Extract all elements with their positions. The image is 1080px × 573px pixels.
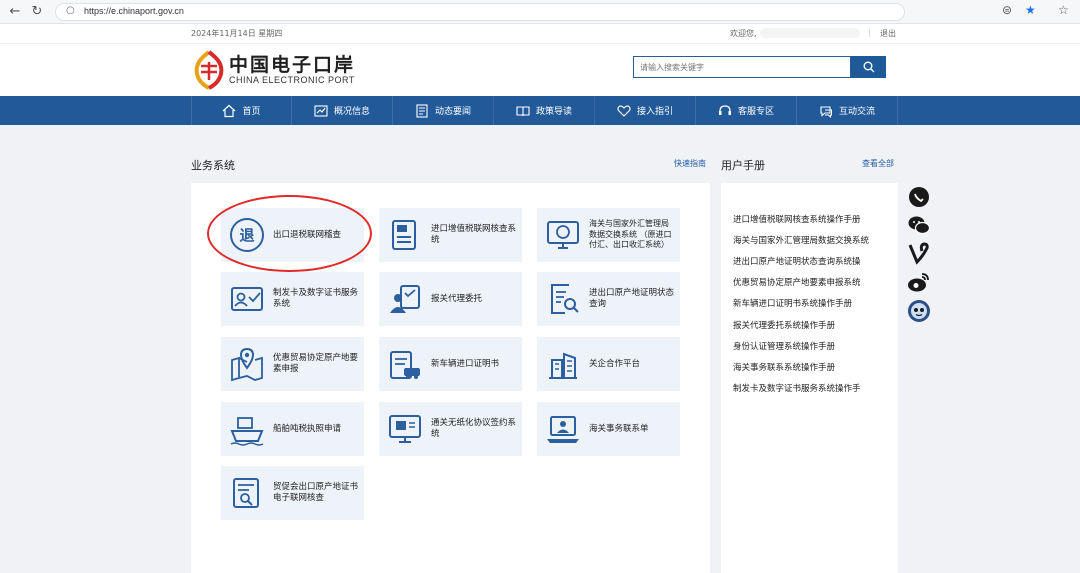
tile-label: 优惠贸易协定原产地要素申报 <box>273 353 359 374</box>
manual-link[interactable]: 优惠贸易协定原产地要素申报系统 <box>733 276 875 288</box>
forex-monitor-icon <box>547 221 579 249</box>
manual-link[interactable]: 制发卡及数字证书服务系统操作手 <box>733 382 875 394</box>
tile-ship-tonnage[interactable]: 船舶吨税执照申请 <box>221 402 364 456</box>
nav-news[interactable]: 动态要闻 <box>393 96 494 125</box>
tile-label: 贸促会出口原产地证书电子联网核查 <box>273 482 359 503</box>
tile-label: 进出口原产地证明状态查询 <box>589 288 675 309</box>
back-icon[interactable]: ← <box>6 3 24 21</box>
vehicle-certificate-icon <box>390 351 420 379</box>
whatsapp-icon[interactable] <box>907 185 931 209</box>
manual-link[interactable]: 新车辆进口证明书系统操作手册 <box>733 297 875 309</box>
favorites-icon[interactable]: ☆ <box>1058 3 1069 17</box>
tile-label: 通关无纸化协议签约系统 <box>431 418 517 439</box>
tile-new-vehicle[interactable]: 新车辆进口证明书 <box>379 337 522 391</box>
tile-label: 制发卡及数字证书服务系统 <box>273 288 359 309</box>
map-pin-icon <box>231 347 263 382</box>
nav-customer-service[interactable]: 客服专区 <box>696 96 797 125</box>
translate-icon[interactable]: ⊜ <box>1002 3 1012 17</box>
quick-guide-link[interactable]: 快速指南 <box>674 158 706 169</box>
heart-icon <box>617 104 631 117</box>
tile-label: 船舶吨税执照申请 <box>273 423 342 434</box>
browser-toolbar: ← ↻ ○ https://e.chinaport.gov.cn ⊜ ★ ☆ <box>0 0 1080 24</box>
manual-link[interactable]: 进口增值税联网核查系统操作手册 <box>733 213 875 225</box>
search-button[interactable] <box>851 56 886 78</box>
lock-icon: ○ <box>66 5 75 16</box>
manual-link[interactable]: 身份认证管理系统操作手册 <box>733 340 875 352</box>
vat-document-icon <box>392 220 416 250</box>
nav-policy[interactable]: 政策导读 <box>494 96 595 125</box>
tile-card-certificate[interactable]: 制发卡及数字证书服务系统 <box>221 272 364 326</box>
username-redacted <box>760 28 860 38</box>
manual-link[interactable]: 进出口原产地证明状态查询系统操 <box>733 255 875 267</box>
certificate-search-icon <box>233 478 259 508</box>
wechat-icon[interactable] <box>907 213 931 237</box>
avatar-icon[interactable] <box>907 299 931 323</box>
nav-overview[interactable]: 概况信息 <box>292 96 393 125</box>
origin-search-icon <box>551 284 579 314</box>
nav-label: 首页 <box>242 107 261 117</box>
search-icon <box>863 61 874 73</box>
nav-access-guide[interactable]: 接入指引 <box>595 96 696 125</box>
address-bar[interactable]: ○ https://e.chinaport.gov.cn <box>55 3 905 21</box>
nav-label: 互动交流 <box>838 107 875 117</box>
tile-label: 海关事务联系单 <box>589 423 649 434</box>
highlight-circle <box>207 195 372 272</box>
tile-label: 海关与国家外汇管理局数据交换系统 （原进口付汇、出口收汇系统） <box>589 219 672 250</box>
tile-import-vat[interactable]: 进口增值税联网核查系统 <box>379 208 522 262</box>
news-icon <box>416 103 428 118</box>
book-icon <box>516 105 530 116</box>
paperless-monitor-icon <box>389 415 421 443</box>
chart-icon <box>314 104 328 117</box>
china-port-logo-icon[interactable] <box>191 50 227 90</box>
tile-origin-status[interactable]: 进出口原产地证明状态查询 <box>537 272 680 326</box>
date-text: 2024年11月14日 星期四 <box>191 29 283 38</box>
nav-interaction[interactable]: 互动交流 <box>797 96 898 125</box>
laptop-user-icon <box>547 416 579 443</box>
manual-section-title: 用户手册 <box>721 159 765 172</box>
nav-label: 动态要闻 <box>434 107 471 117</box>
tile-preferential-origin[interactable]: 优惠贸易协定原产地要素申报 <box>221 337 364 391</box>
tile-customs-cooperation[interactable]: 关企合作平台 <box>537 337 680 391</box>
site-header: 中国电子口岸 CHINA ELECTRONIC PORT <box>0 44 1080 96</box>
agent-clipboard-icon <box>390 285 420 313</box>
main-nav: 首页 概况信息 动态要闻 政策导读 接入指引 客服专区 互动交流 <box>0 96 1080 125</box>
tile-label: 新车辆进口证明书 <box>431 358 500 369</box>
brand-name-en: CHINA ELECTRONIC PORT <box>229 75 355 85</box>
tile-ccpit-origin[interactable]: 贸促会出口原产地证书电子联网核查 <box>221 466 364 520</box>
home-icon <box>223 104 236 117</box>
search-input[interactable] <box>633 56 851 78</box>
logout-link[interactable]: 退出 <box>880 28 896 39</box>
tile-paperless-agreement[interactable]: 通关无纸化协议签约系统 <box>379 402 522 456</box>
tile-label: 关企合作平台 <box>589 358 641 369</box>
view-all-link[interactable]: 查看全部 <box>862 158 894 169</box>
id-card-icon <box>231 287 263 311</box>
nav-label: 客服专区 <box>737 107 774 117</box>
brand-name-cn: 中国电子口岸 <box>229 54 356 76</box>
nav-label: 政策导读 <box>535 107 572 117</box>
weibo-icon[interactable] <box>907 270 931 294</box>
ship-icon <box>230 417 264 446</box>
manual-link[interactable]: 海关事务联系系统操作手册 <box>733 361 875 373</box>
tile-label: 报关代理委托 <box>431 293 483 304</box>
manual-link[interactable]: 海关与国家外汇管理局数据交换系统 <box>733 234 875 246</box>
chat-icon <box>820 105 832 118</box>
reload-icon[interactable]: ↻ <box>28 3 46 21</box>
welcome-text: 欢迎您, <box>730 29 757 38</box>
manual-link[interactable]: 报关代理委托系统操作手册 <box>733 319 875 331</box>
url-text: https://e.chinaport.gov.cn <box>84 6 184 16</box>
vine-icon[interactable] <box>907 241 931 265</box>
headset-icon <box>718 104 731 115</box>
separator: | <box>868 28 871 37</box>
business-section-title: 业务系统 <box>191 159 235 172</box>
nav-home[interactable]: 首页 <box>191 96 292 125</box>
nav-label: 接入指引 <box>636 107 673 117</box>
customs-building-icon <box>549 352 577 379</box>
top-info-strip: 2024年11月14日 星期四 欢迎您, | 退出 <box>0 24 1080 44</box>
tile-customs-affairs[interactable]: 海关事务联系单 <box>537 402 680 456</box>
bookmark-star-icon[interactable]: ★ <box>1025 3 1036 17</box>
tile-customs-agent[interactable]: 报关代理委托 <box>379 272 522 326</box>
tile-label: 进口增值税联网核查系统 <box>431 224 517 245</box>
nav-label: 概况信息 <box>333 107 370 117</box>
tile-forex-exchange[interactable]: 海关与国家外汇管理局数据交换系统 （原进口付汇、出口收汇系统） <box>537 208 680 262</box>
